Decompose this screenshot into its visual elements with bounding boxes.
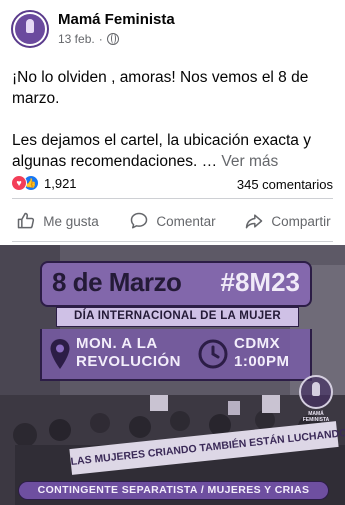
post-stats: ♥ 👍 1,921 345 comentarios: [0, 173, 345, 195]
post-text-paragraph-1: ¡No lo olviden , amoras! Nos vemos el 8 …: [12, 69, 309, 107]
meta-separator: ·: [98, 32, 103, 46]
reactions-count[interactable]: 1,921: [44, 176, 77, 191]
like-label: Me gusta: [43, 213, 99, 229]
see-more-link[interactable]: Ver más: [221, 153, 278, 170]
comment-icon: [131, 212, 148, 229]
globe-icon: [106, 33, 119, 45]
comments-count[interactable]: 345 comentarios: [237, 177, 333, 192]
poster-date: 8 de Marzo: [52, 267, 182, 297]
like-button[interactable]: Me gusta: [0, 201, 115, 241]
poster-info-box: MON. A LA REVOLUCIÓN CDMX 1:00PM: [40, 329, 312, 381]
reactions-summary[interactable]: ♥ 👍 1,921: [11, 175, 77, 191]
post-image[interactable]: 8 de Marzo #8M23 DÍA INTERNACIONAL DE LA…: [0, 245, 345, 505]
divider: [12, 241, 333, 242]
divider: [12, 198, 333, 199]
post-meta: 13 feb. ·: [58, 32, 119, 46]
share-label: Compartir: [271, 213, 331, 229]
poster-place-line-1: MON. A LA: [76, 335, 158, 352]
author-name[interactable]: Mamá Feminista: [58, 11, 175, 28]
poster-hashtag: #8M23: [220, 267, 301, 297]
post-date[interactable]: 13 feb.: [58, 32, 95, 46]
post-text-paragraph-2: Les dejamos el cartel, la ubicación exac…: [12, 130, 337, 172]
comment-label: Comentar: [156, 213, 216, 229]
poster-city: CDMX: [234, 335, 281, 352]
poster-date-box: 8 de Marzo #8M23: [40, 261, 312, 307]
poster-hour: 1:00PM: [234, 353, 290, 370]
thumbs-up-icon: [17, 212, 35, 229]
comment-button[interactable]: Comentar: [115, 201, 230, 241]
poster-time: CDMX 1:00PM: [234, 335, 290, 371]
avatar-logo-icon: [15, 14, 45, 44]
poster-footer: CONTINGENTE SEPARATISTA / MUJERES Y CRIA…: [18, 481, 329, 500]
logo-seal-icon: [299, 375, 333, 409]
share-button[interactable]: Compartir: [230, 201, 345, 241]
love-icon: ♥: [11, 175, 27, 191]
clock-icon: [198, 339, 228, 369]
poster-place-line-2: REVOLUCIÓN: [76, 353, 182, 370]
share-icon: [246, 214, 263, 229]
page-avatar[interactable]: [11, 10, 49, 48]
poster-place: MON. A LA REVOLUCIÓN: [76, 335, 181, 371]
poster-subtitle: DÍA INTERNACIONAL DE LA MUJER: [56, 307, 299, 327]
map-pin-icon: [50, 339, 70, 369]
post-header: Mamá Feminista 13 feb. ·: [0, 0, 345, 60]
post-actions: Me gusta Comentar Compartir: [0, 201, 345, 241]
